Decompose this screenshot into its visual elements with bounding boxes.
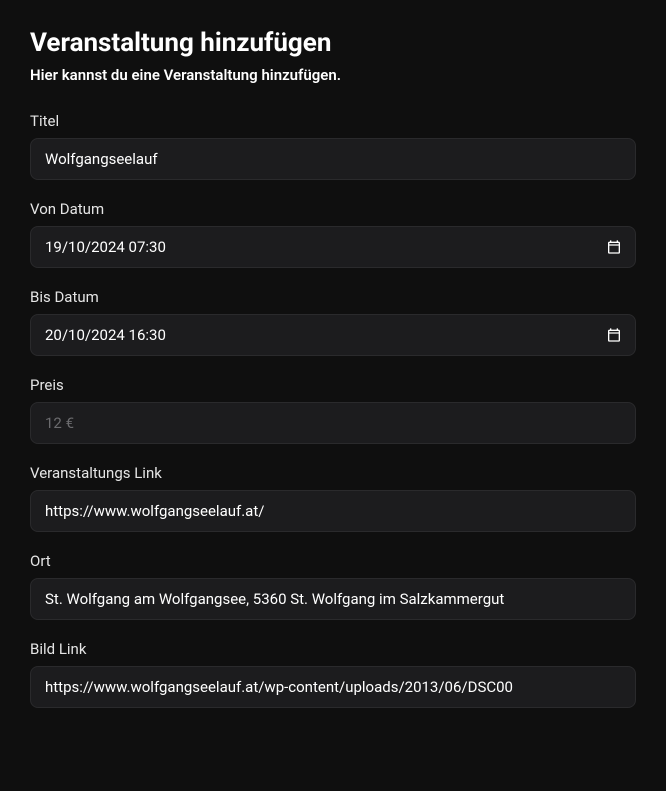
form-group-ort: Ort	[30, 552, 636, 620]
titel-label: Titel	[30, 112, 636, 130]
form-group-veranstaltungs-link: Veranstaltungs Link	[30, 464, 636, 532]
page-title: Veranstaltung hinzufügen	[30, 28, 636, 58]
bis-datum-input[interactable]	[30, 314, 636, 356]
preis-input[interactable]	[30, 402, 636, 444]
ort-input[interactable]	[30, 578, 636, 620]
form-group-bild-link: Bild Link	[30, 640, 636, 708]
form-group-bis-datum: Bis Datum	[30, 288, 636, 356]
bild-link-label: Bild Link	[30, 640, 636, 658]
bild-link-input[interactable]	[30, 666, 636, 708]
form-group-preis: Preis	[30, 376, 636, 444]
von-datum-wrapper	[30, 226, 636, 268]
form-group-titel: Titel	[30, 112, 636, 180]
bis-datum-label: Bis Datum	[30, 288, 636, 306]
preis-label: Preis	[30, 376, 636, 394]
veranstaltungs-link-input[interactable]	[30, 490, 636, 532]
bis-datum-wrapper	[30, 314, 636, 356]
veranstaltungs-link-label: Veranstaltungs Link	[30, 464, 636, 482]
von-datum-input[interactable]	[30, 226, 636, 268]
von-datum-label: Von Datum	[30, 200, 636, 218]
page-subtitle: Hier kannst du eine Veranstaltung hinzuf…	[30, 66, 636, 84]
ort-label: Ort	[30, 552, 636, 570]
form-group-von-datum: Von Datum	[30, 200, 636, 268]
titel-input[interactable]	[30, 138, 636, 180]
